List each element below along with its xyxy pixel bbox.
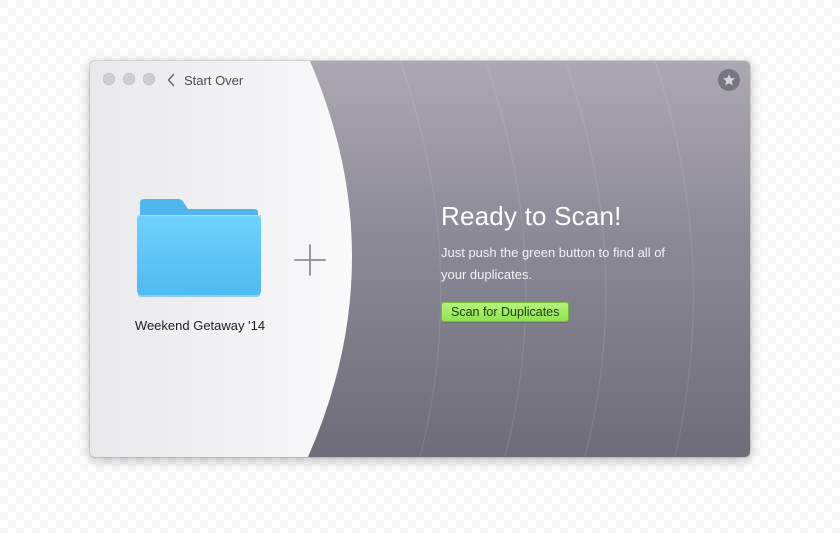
favorite-button[interactable] — [718, 69, 740, 91]
folder-name: Weekend Getaway '14 — [134, 318, 266, 333]
star-icon — [723, 74, 735, 86]
chevron-left-icon — [167, 73, 175, 87]
instructions-text: Just push the green button to find all o… — [441, 245, 666, 282]
start-over-label: Start Over — [184, 72, 244, 88]
minimize-button[interactable] — [123, 73, 135, 85]
app-window: Start Over Weekend Getaway '14 Ready to … — [90, 61, 750, 457]
close-button[interactable] — [103, 73, 115, 85]
start-over-button[interactable]: Start Over — [166, 70, 243, 90]
zoom-button[interactable] — [143, 73, 155, 85]
page-title: Ready to Scan! — [441, 201, 622, 231]
plus-icon[interactable] — [294, 244, 326, 276]
window-controls — [103, 73, 155, 85]
folder-icon[interactable] — [136, 199, 262, 299]
scan-prompt: Ready to Scan! Just push the green butto… — [441, 200, 731, 322]
scan-button[interactable]: Scan for Duplicates — [441, 302, 570, 322]
